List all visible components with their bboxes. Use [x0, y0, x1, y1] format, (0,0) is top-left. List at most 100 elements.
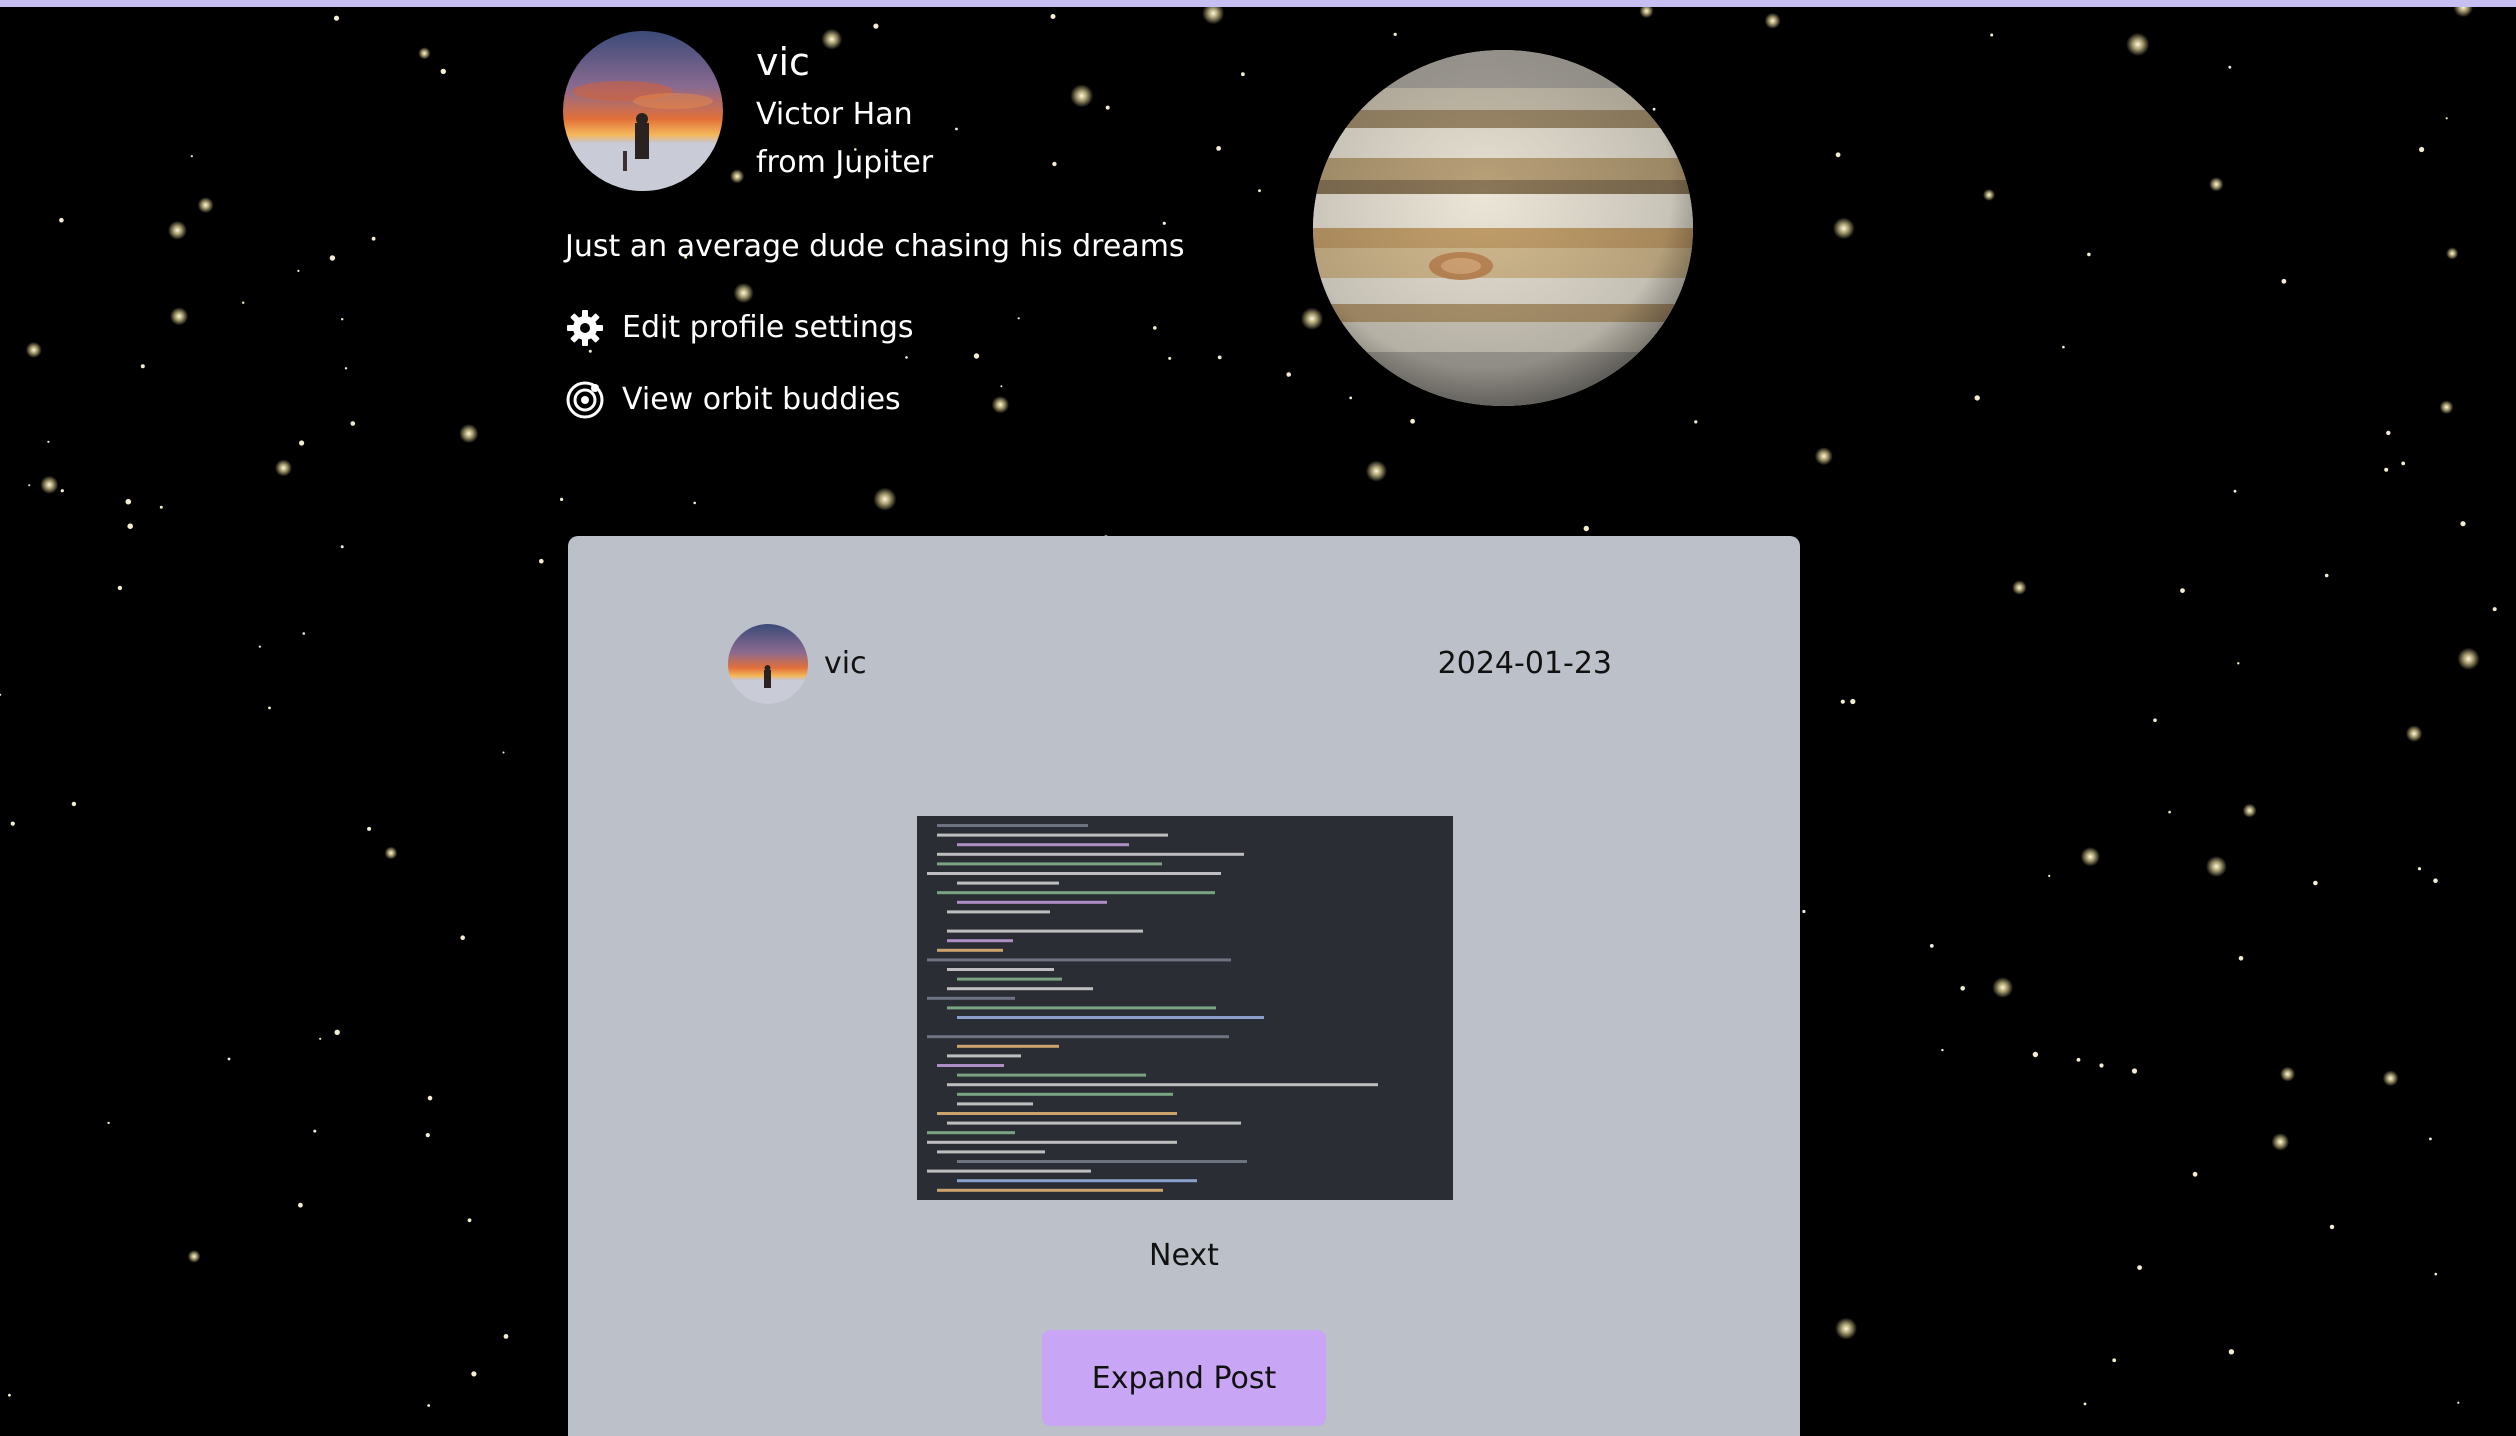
star — [28, 484, 31, 487]
code-line — [957, 1073, 1146, 1077]
star — [1835, 1317, 1858, 1340]
code-line — [957, 881, 1059, 885]
star — [187, 1250, 201, 1263]
code-line — [927, 958, 1231, 962]
star — [2168, 810, 2171, 814]
next-image-button[interactable]: Next — [568, 1236, 1800, 1276]
star — [140, 364, 145, 369]
star — [371, 236, 376, 241]
star — [873, 487, 897, 511]
star — [190, 155, 193, 158]
star — [2012, 580, 2027, 595]
star — [159, 505, 163, 509]
star — [459, 424, 479, 444]
star — [2280, 1066, 2296, 1082]
star — [2083, 1402, 2087, 1406]
star — [71, 801, 77, 807]
star — [2434, 1272, 2438, 1276]
star — [2457, 647, 2480, 670]
star — [107, 1121, 110, 1125]
star — [440, 68, 446, 75]
code-line — [947, 987, 1093, 991]
code-line — [937, 852, 1244, 856]
star — [298, 1202, 303, 1208]
star — [471, 1371, 477, 1377]
view-orbit-buddies-link[interactable]: View orbit buddies — [565, 380, 901, 420]
star — [1929, 944, 1934, 948]
code-line — [957, 1102, 1033, 1106]
code-line — [957, 977, 1062, 981]
profile-username: vic — [756, 40, 810, 84]
post-header: vic 2024-01-23 — [728, 624, 1612, 706]
star — [40, 475, 59, 494]
star — [127, 523, 133, 529]
code-line — [957, 1044, 1059, 1048]
star — [2180, 588, 2185, 593]
code-line — [947, 1121, 1241, 1125]
star — [2313, 880, 2318, 886]
star — [2445, 117, 2448, 120]
star — [2076, 1057, 2081, 1062]
star — [7, 1393, 11, 1397]
star — [367, 826, 372, 831]
star — [2126, 32, 2150, 57]
code-line — [937, 862, 1162, 866]
code-line — [927, 996, 1015, 1000]
code-line — [947, 1054, 1021, 1058]
code-line — [937, 833, 1168, 837]
profile-bio: Just an average dude chasing his dreams — [565, 229, 1185, 264]
star — [258, 645, 261, 648]
star — [25, 341, 42, 358]
star — [2492, 607, 2497, 612]
star — [427, 1095, 433, 1101]
star — [2233, 489, 2237, 493]
code-line — [947, 968, 1054, 971]
post-image-code-screenshot — [917, 816, 1453, 1200]
star — [341, 318, 344, 321]
code-line — [927, 1140, 1177, 1144]
star — [2205, 856, 2227, 877]
star — [334, 1029, 340, 1036]
star — [117, 585, 123, 591]
code-line — [957, 843, 1129, 847]
star — [340, 545, 344, 549]
star — [2429, 1137, 2432, 1141]
star — [1960, 986, 1965, 991]
view-orbit-buddies-label: View orbit buddies — [622, 382, 901, 417]
star — [167, 220, 187, 240]
post-author-name[interactable]: vic — [824, 644, 867, 684]
star — [60, 489, 64, 493]
star — [299, 440, 305, 446]
planet-jupiter-image — [1311, 48, 1695, 408]
star — [467, 1218, 472, 1223]
star — [418, 47, 431, 60]
code-line — [927, 872, 1221, 875]
star — [2405, 725, 2423, 742]
star — [2238, 956, 2244, 961]
star — [59, 217, 64, 223]
expand-post-button[interactable]: Expand Post — [1042, 1330, 1326, 1426]
code-line — [957, 1160, 1247, 1163]
star — [560, 497, 564, 501]
star — [125, 498, 132, 505]
code-line — [937, 1150, 1045, 1154]
star — [2460, 521, 2466, 527]
star — [2439, 400, 2454, 415]
profile-full-name: Victor Han — [756, 97, 913, 132]
post-author-avatar[interactable] — [728, 624, 808, 704]
star — [2281, 278, 2287, 284]
star — [1814, 447, 1833, 466]
star — [2433, 878, 2438, 883]
code-line — [937, 891, 1215, 895]
code-line — [937, 1188, 1163, 1192]
star — [2457, 1401, 2460, 1404]
star — [2080, 847, 2100, 867]
profile-avatar — [563, 31, 723, 191]
star — [10, 821, 15, 826]
star — [1050, 14, 1056, 19]
star — [425, 1133, 430, 1138]
edit-profile-settings-link[interactable]: Edit profile settings — [565, 308, 914, 348]
star — [2131, 1068, 2138, 1074]
star — [302, 632, 306, 635]
code-line — [937, 948, 1003, 952]
